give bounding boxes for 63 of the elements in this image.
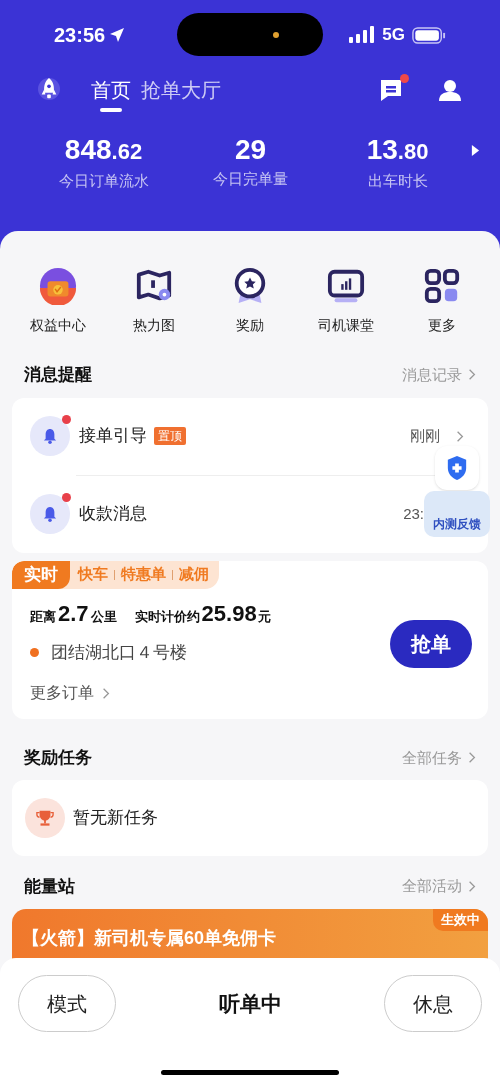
promo-title: 【火箭】新司机专属60单免佣卡 xyxy=(22,927,277,950)
listening-status: 听单中 xyxy=(218,990,282,1017)
status-time: 23:56 xyxy=(54,23,106,48)
location-arrow-icon xyxy=(109,27,126,43)
order-tag: 实时 xyxy=(12,560,70,589)
monitor-chart-icon xyxy=(327,267,365,305)
stat-value: 29 xyxy=(234,134,267,166)
stat-label: 今日订单流水 xyxy=(58,171,149,191)
shortcut-button[interactable]: 热力图 xyxy=(118,267,190,336)
grab-order-button[interactable]: 抢单 xyxy=(390,619,472,668)
nav-tab[interactable]: 抢单大厅 xyxy=(141,76,221,104)
price-label: 实时计价约 xyxy=(134,607,200,626)
stat-value: 13.80 xyxy=(366,134,429,167)
pickup-address: 团结湖北口４号楼 xyxy=(51,641,187,664)
price-unit: 元 xyxy=(257,607,271,626)
message-title: 收款消息 xyxy=(79,503,147,526)
address-dot-icon xyxy=(30,647,39,657)
active-badge: 生效中 xyxy=(433,909,488,931)
signal-icon xyxy=(349,26,376,44)
stat-label: 出车时长 xyxy=(367,171,428,191)
order-tag: 减佣 xyxy=(179,563,209,586)
order-tag: 快车 xyxy=(78,563,108,586)
pinned-badge: 置顶 xyxy=(154,427,186,445)
empty-tasks-text: 暂无新任务 xyxy=(73,806,158,829)
indicator-dot-icon xyxy=(273,31,279,38)
stat-value: 848.62 xyxy=(64,134,143,167)
shortcut-button[interactable]: 权益中心 xyxy=(22,267,94,336)
shortcut-button[interactable]: 司机课堂 xyxy=(310,267,382,336)
tab-indicator xyxy=(100,108,122,112)
bell-icon xyxy=(43,428,57,444)
chevron-icon xyxy=(102,686,110,700)
shortcut-button[interactable]: 奖励 xyxy=(214,267,286,336)
feedback-button[interactable]: 内测反馈 xyxy=(424,491,490,537)
shield-button[interactable] xyxy=(435,446,479,490)
more-orders-link[interactable]: 更多订单 xyxy=(30,681,110,705)
shortcut-button[interactable]: 更多 xyxy=(406,267,478,336)
chevron-icon xyxy=(468,368,476,382)
section-title: 消息提醒 xyxy=(24,364,92,386)
trophy-icon xyxy=(36,808,54,827)
message-title: 接单引导 xyxy=(79,425,147,448)
message-time: 刚刚 xyxy=(410,425,440,446)
distance-value: 2.7 xyxy=(58,599,89,628)
gift-icon xyxy=(39,267,77,305)
chevron-icon xyxy=(456,429,464,443)
message-time: 23: xyxy=(403,503,424,524)
network-label: 5G xyxy=(382,24,405,47)
price-value: 25.98 xyxy=(201,599,257,628)
distance-label: 距离 xyxy=(30,607,56,626)
bell-icon xyxy=(43,506,57,522)
chevron-icon xyxy=(468,879,476,893)
chevron-icon xyxy=(468,751,476,765)
shield-icon xyxy=(446,455,468,481)
distance-unit: 公里 xyxy=(90,607,117,626)
section-title: 能量站 xyxy=(24,875,75,898)
nav-tab[interactable]: 首页 xyxy=(91,76,131,104)
order-tag: 特惠单 xyxy=(121,563,166,586)
stat-label: 今日完单量 xyxy=(213,169,288,189)
play-arrow-icon[interactable] xyxy=(471,144,480,157)
battery-icon xyxy=(412,26,446,44)
section-title: 奖励任务 xyxy=(24,747,92,769)
grid-icon xyxy=(423,267,461,305)
message-icon[interactable] xyxy=(378,77,404,103)
user-icon[interactable] xyxy=(438,78,462,102)
